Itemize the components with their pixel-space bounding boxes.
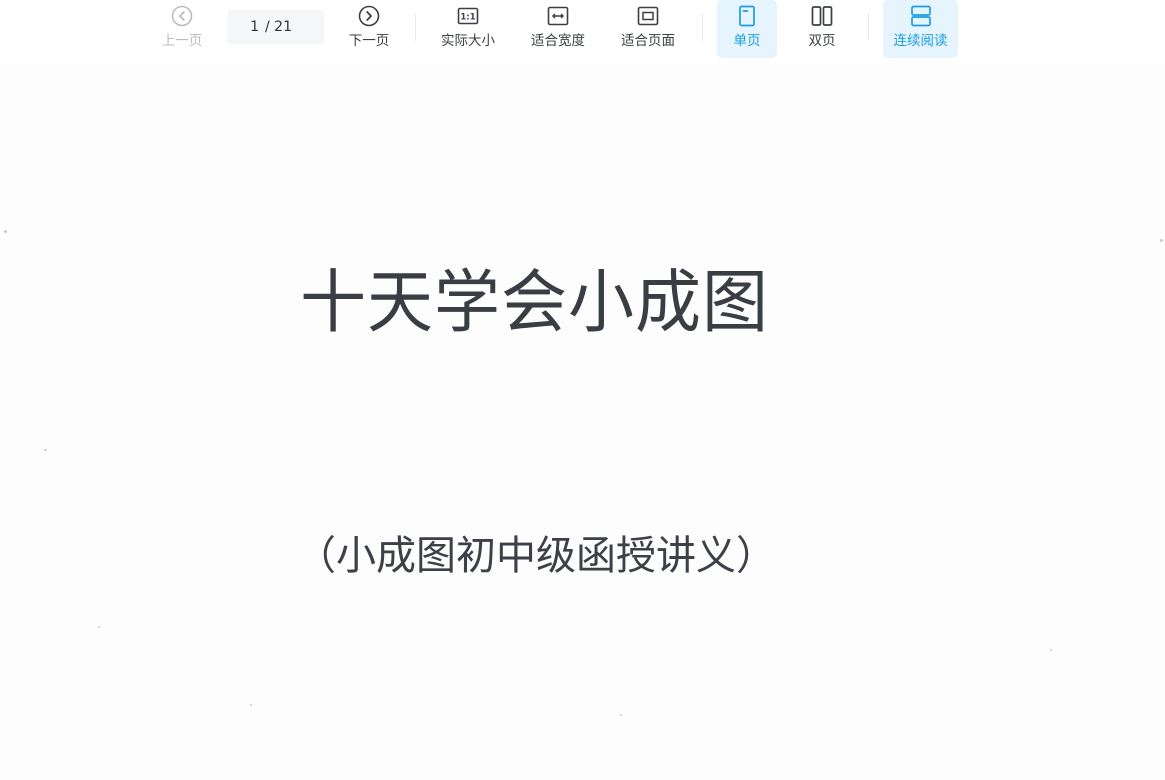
scan-speck <box>4 230 7 233</box>
toolbar-divider <box>868 13 869 41</box>
single-page-button[interactable]: 单页 <box>717 0 777 58</box>
page-number-input[interactable] <box>235 19 259 35</box>
next-page-label: 下一页 <box>348 33 390 49</box>
document-title: 十天学会小成图 <box>300 262 769 343</box>
fit-width-label: 适合宽度 <box>531 33 585 49</box>
scan-speck <box>98 626 100 628</box>
single-page-label: 单页 <box>733 33 761 49</box>
document-page: 十天学会小成图 （小成图初中级函授讲义） <box>0 64 1165 780</box>
fit-width-button[interactable]: 适合宽度 <box>523 0 593 58</box>
scan-speck <box>620 714 622 716</box>
chevron-right-circle-icon <box>358 5 380 27</box>
fit-page-icon <box>637 6 659 26</box>
actual-size-icon-text: 1:1 <box>460 12 475 22</box>
continuous-reading-icon <box>910 5 931 27</box>
toolbar-divider <box>415 13 416 41</box>
prev-page-button[interactable]: 上一页 <box>155 0 209 58</box>
actual-size-button[interactable]: 1:1 实际大小 <box>433 0 503 58</box>
scan-speck <box>1160 239 1163 242</box>
document-subtitle: （小成图初中级函授讲义） <box>296 533 776 579</box>
actual-size-label: 实际大小 <box>441 33 495 49</box>
continuous-reading-label: 连续阅读 <box>893 33 948 49</box>
fit-page-button[interactable]: 适合页面 <box>613 0 683 58</box>
actual-size-icon: 1:1 <box>457 7 479 25</box>
scan-speck <box>250 704 252 706</box>
double-page-icon <box>811 6 833 26</box>
prev-page-label: 上一页 <box>161 33 203 49</box>
continuous-reading-button[interactable]: 连续阅读 <box>883 0 958 58</box>
single-page-icon <box>739 5 755 27</box>
document-viewer[interactable]: 十天学会小成图 （小成图初中级函授讲义） <box>0 64 1165 780</box>
page-total: / 21 <box>265 19 292 35</box>
viewer-toolbar: 上一页 / 21 下一页 1:1 实际大小 适合宽度 <box>0 0 1165 64</box>
fit-page-label: 适合页面 <box>621 33 675 49</box>
fit-width-icon <box>547 6 569 26</box>
toolbar-divider <box>702 13 703 41</box>
next-page-button[interactable]: 下一页 <box>342 0 396 58</box>
scan-speck <box>1050 649 1052 651</box>
page-indicator: / 21 <box>227 10 324 44</box>
double-page-button[interactable]: 双页 <box>792 0 852 58</box>
scan-speck <box>44 449 47 451</box>
double-page-label: 双页 <box>808 33 836 49</box>
chevron-left-circle-icon <box>171 5 193 27</box>
